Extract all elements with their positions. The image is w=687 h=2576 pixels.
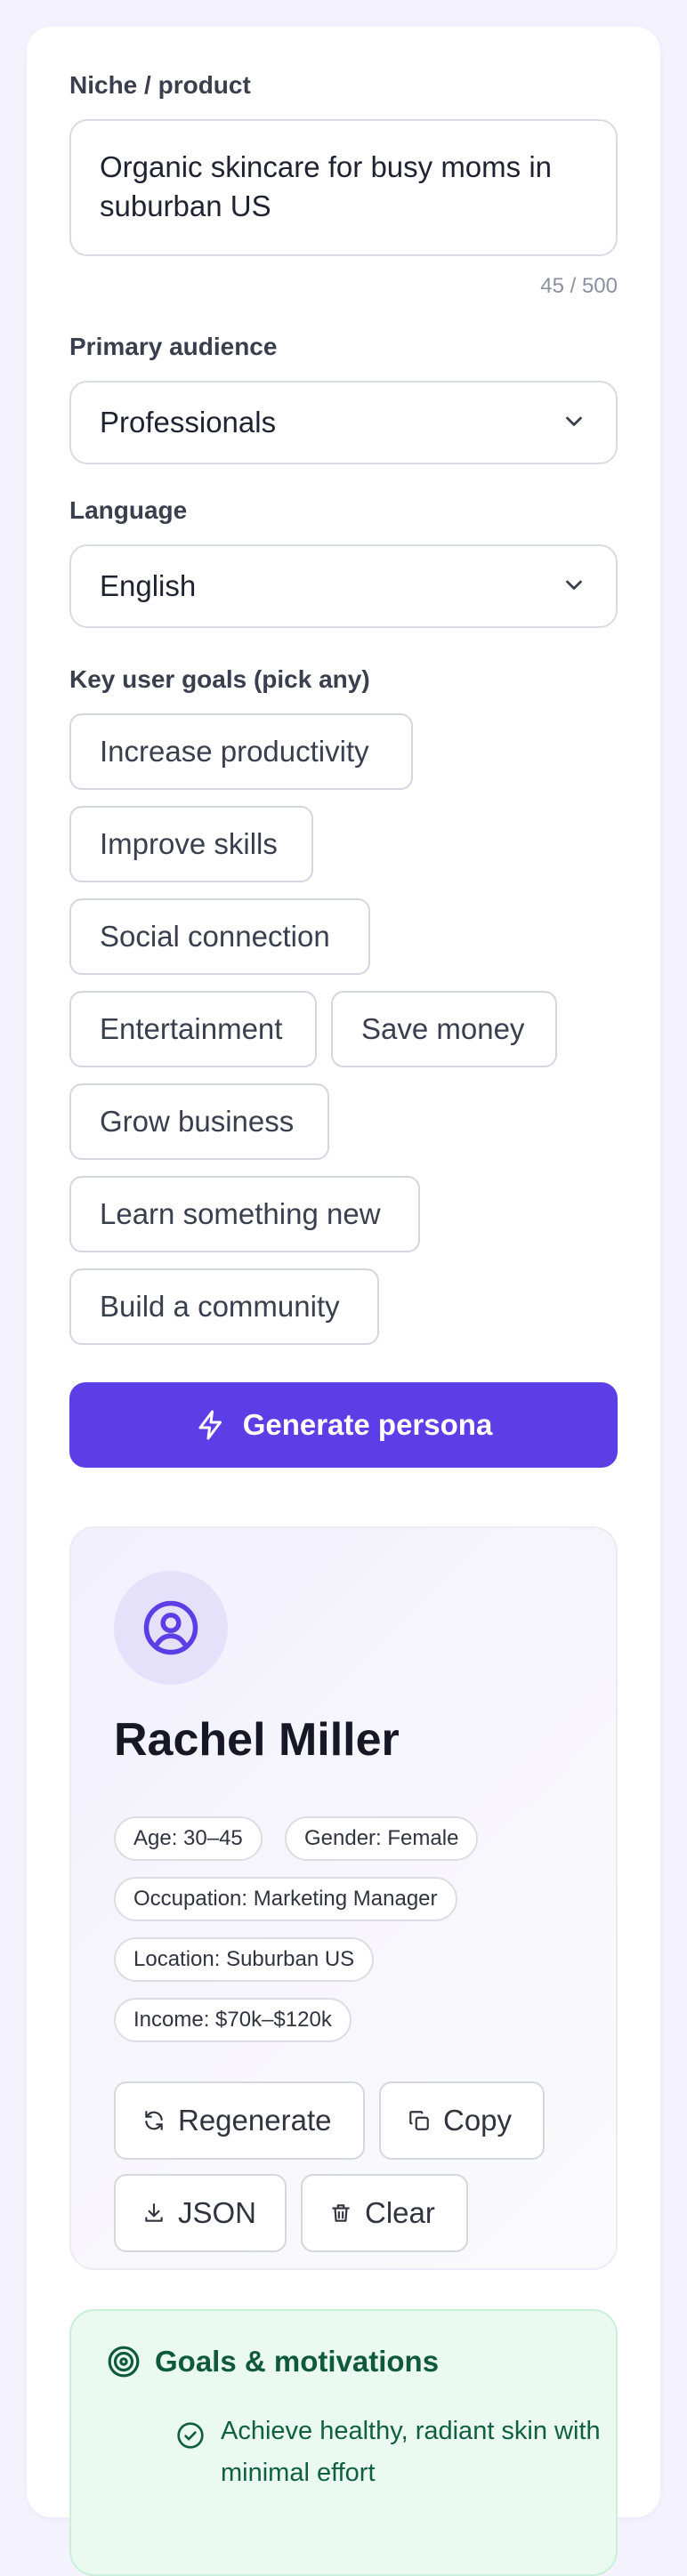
language-select[interactable]: English xyxy=(69,544,618,628)
json-label: JSON xyxy=(178,2196,257,2229)
niche-textarea[interactable]: Organic skincare for busy moms in suburb… xyxy=(69,119,618,256)
target-icon xyxy=(108,2346,140,2378)
goals-motivations-heading: Goals & motivations xyxy=(107,2345,439,2379)
generate-persona-button[interactable]: Generate persona xyxy=(69,1382,618,1468)
goal-chip-entertainment[interactable]: Entertainment xyxy=(69,991,317,1067)
check-circle-icon xyxy=(177,2422,204,2449)
copy-button[interactable]: Copy xyxy=(379,2081,545,2160)
audience-select-value: Professionals xyxy=(100,406,277,439)
regenerate-label: Regenerate xyxy=(178,2104,332,2137)
persona-generator-panel: Niche / product Organic skincare for bus… xyxy=(27,27,660,2576)
copy-icon xyxy=(409,2111,429,2130)
goal-chip-increase-productivity[interactable]: Increase productivity xyxy=(69,713,413,790)
chevron-down-icon xyxy=(566,580,582,590)
niche-textarea-value: Organic skincare for busy moms in suburb… xyxy=(100,150,553,222)
goal-item: Achieve healthy, radiant skin with minim… xyxy=(221,2417,601,2487)
goals-label: Key user goals (pick any) xyxy=(69,665,370,693)
persona-tag-location: Location: Suburban US xyxy=(114,1937,375,1982)
goal-chip-improve-skills[interactable]: Improve skills xyxy=(69,806,313,882)
goal-chip-learn-something-new[interactable]: Learn something new xyxy=(69,1176,420,1252)
goal-chip-build-a-community[interactable]: Build a community xyxy=(69,1268,379,1345)
goals-motivations-title: Goals & motivations xyxy=(155,2345,440,2378)
user-circle-icon xyxy=(143,1600,198,1655)
avatar xyxy=(114,1571,228,1685)
lightning-icon xyxy=(198,1410,222,1440)
trash-icon xyxy=(332,2204,350,2222)
goals-motivations-card: Goals & motivations Achieve healthy, rad… xyxy=(69,2309,618,2576)
generate-persona-label: Generate persona xyxy=(242,1408,493,1441)
goal-chip-grow-business[interactable]: Grow business xyxy=(69,1083,329,1160)
persona-card: Rachel Miller Age: 30–45 Gender: Female … xyxy=(69,1526,618,2270)
persona-tag-age: Age: 30–45 xyxy=(114,1816,263,1861)
language-label: Language xyxy=(69,496,188,524)
persona-tag-gender: Gender: Female xyxy=(285,1816,479,1861)
json-button[interactable]: JSON xyxy=(114,2174,287,2252)
character-counter: 45 / 500 xyxy=(540,274,618,298)
regenerate-button[interactable]: Regenerate xyxy=(114,2081,365,2160)
clear-button[interactable]: Clear xyxy=(301,2174,468,2252)
persona-tag-occupation: Occupation: Marketing Manager xyxy=(114,1877,457,1921)
language-select-value: English xyxy=(100,569,197,602)
audience-select[interactable]: Professionals xyxy=(69,381,618,464)
refresh-icon xyxy=(145,2111,163,2130)
download-icon xyxy=(145,2203,163,2222)
goal-chip-save-money[interactable]: Save money xyxy=(331,991,557,1067)
clear-label: Clear xyxy=(365,2196,435,2229)
chevron-down-icon xyxy=(566,416,582,426)
goal-chip-social-connection[interactable]: Social connection xyxy=(69,898,370,975)
niche-label: Niche / product xyxy=(69,71,251,99)
copy-label: Copy xyxy=(443,2104,513,2137)
audience-label: Primary audience xyxy=(69,333,278,360)
persona-tag-income: Income: $70k–$120k xyxy=(114,1998,352,2042)
persona-name: Rachel Miller xyxy=(114,1714,400,1766)
